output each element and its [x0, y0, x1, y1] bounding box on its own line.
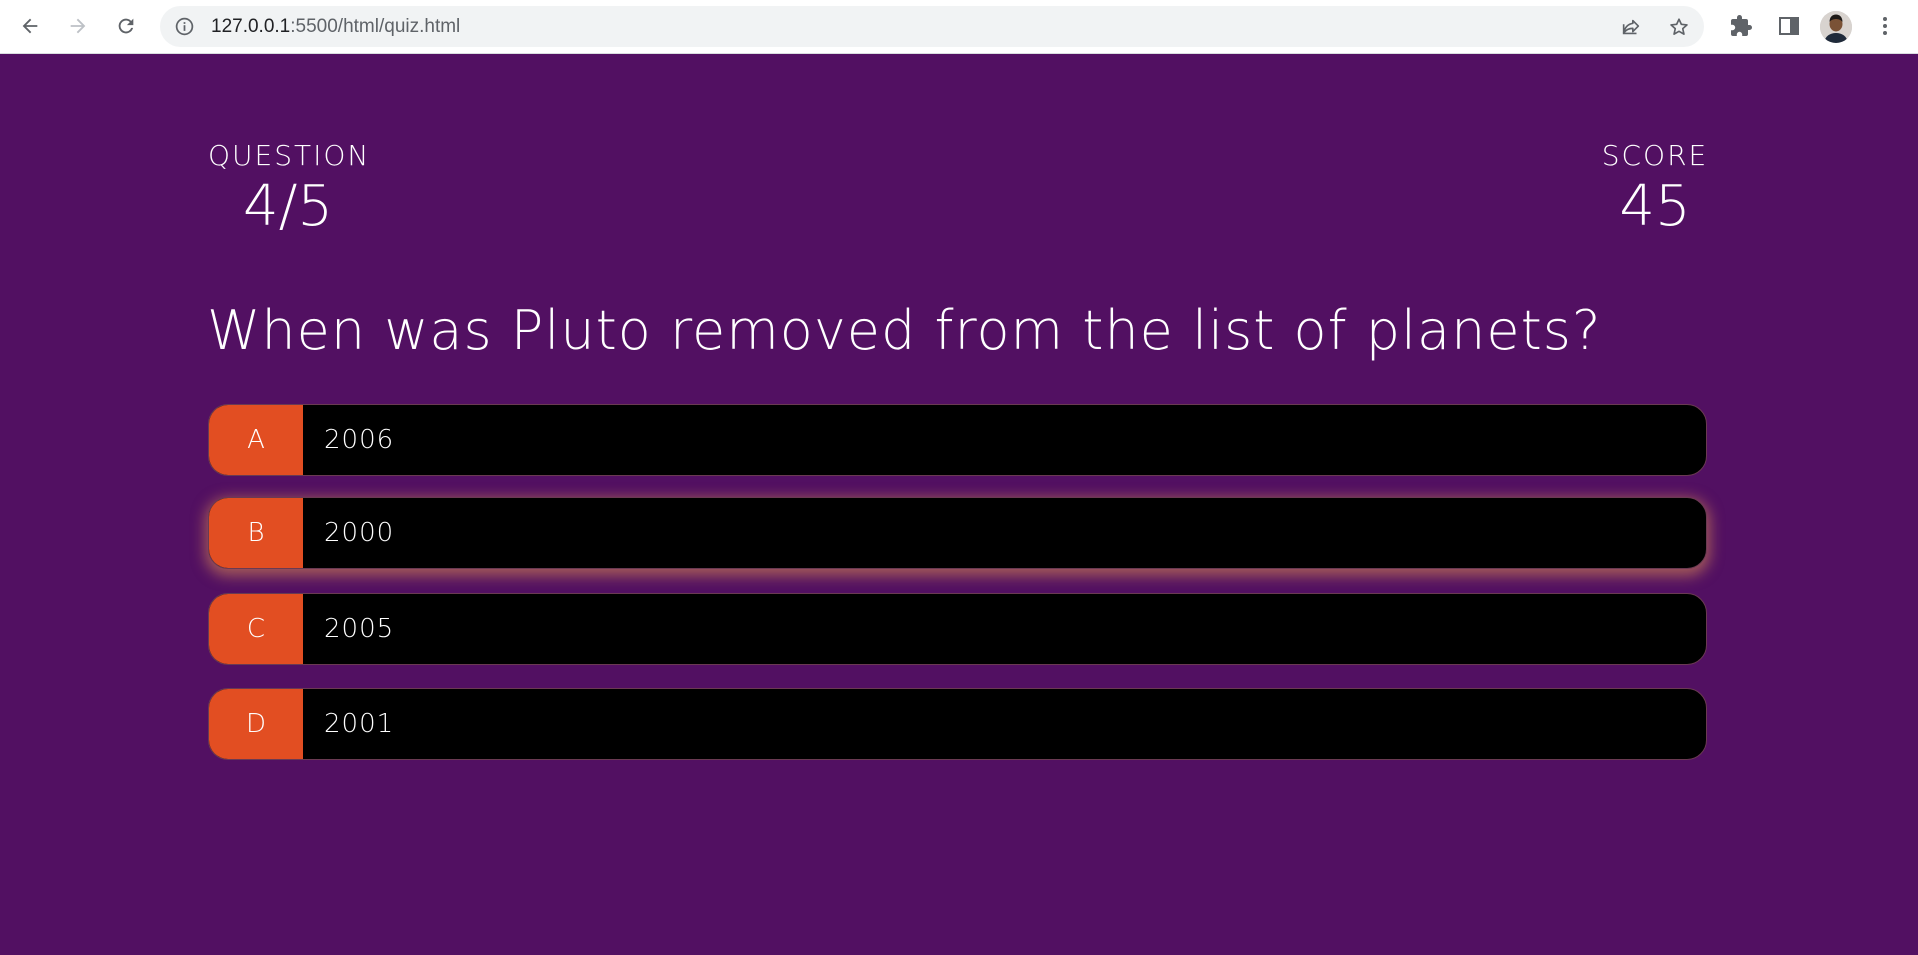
choice-text: 2001: [324, 709, 395, 739]
score-value: 45: [1619, 174, 1691, 239]
choice-text: 2005: [324, 614, 395, 644]
address-bar[interactable]: 127.0.0.1:5500/html/quiz.html: [160, 6, 1704, 47]
score-display: SCORE 45: [1600, 138, 1710, 238]
url-path: :5500/html/quiz.html: [290, 16, 461, 37]
side-panel-button[interactable]: [1775, 12, 1803, 40]
forward-button[interactable]: [62, 10, 94, 42]
browser-menu-button[interactable]: [1871, 12, 1899, 40]
choice-prefix: B: [209, 498, 303, 568]
back-button[interactable]: [14, 10, 46, 42]
share-icon: [1622, 19, 1640, 35]
puzzle-icon: [1731, 15, 1752, 36]
url-host: 127.0.0.1: [211, 16, 291, 37]
choice-b[interactable]: B 2000: [208, 497, 1707, 569]
back-arrow-icon: [22, 18, 38, 34]
question-progress: QUESTION 4/5: [208, 138, 368, 238]
reload-button[interactable]: [110, 10, 142, 42]
extensions-button[interactable]: [1727, 12, 1755, 40]
profile-avatar[interactable]: [1820, 11, 1852, 43]
choice-text: 2000: [324, 518, 395, 548]
choice-prefix: D: [209, 689, 303, 759]
choice-prefix: C: [209, 594, 303, 664]
question-label: QUESTION: [208, 139, 371, 172]
side-panel-icon: [1779, 17, 1799, 35]
info-icon[interactable]: [174, 16, 195, 37]
reload-icon: [118, 18, 134, 34]
question-text: When was Pluto removed from the list of …: [207, 299, 1602, 362]
choice-prefix: A: [209, 405, 303, 475]
share-button[interactable]: [1619, 15, 1643, 39]
score-label: SCORE: [1601, 139, 1709, 172]
choice-text: 2006: [324, 425, 395, 455]
forward-arrow-icon: [70, 18, 86, 34]
avatar-photo-icon: [1820, 11, 1852, 43]
choice-c[interactable]: C 2005: [208, 593, 1707, 665]
url-text[interactable]: 127.0.0.1:5500/html/quiz.html: [211, 6, 460, 47]
choice-d[interactable]: D 2001: [208, 688, 1707, 760]
question-counter: 4/5: [242, 174, 334, 239]
kebab-menu-icon: [1883, 17, 1887, 35]
bookmark-button[interactable]: [1667, 15, 1691, 39]
choice-a[interactable]: A 2006: [208, 404, 1707, 476]
browser-toolbar: 127.0.0.1:5500/html/quiz.html: [0, 0, 1918, 54]
star-icon: [1670, 18, 1688, 35]
